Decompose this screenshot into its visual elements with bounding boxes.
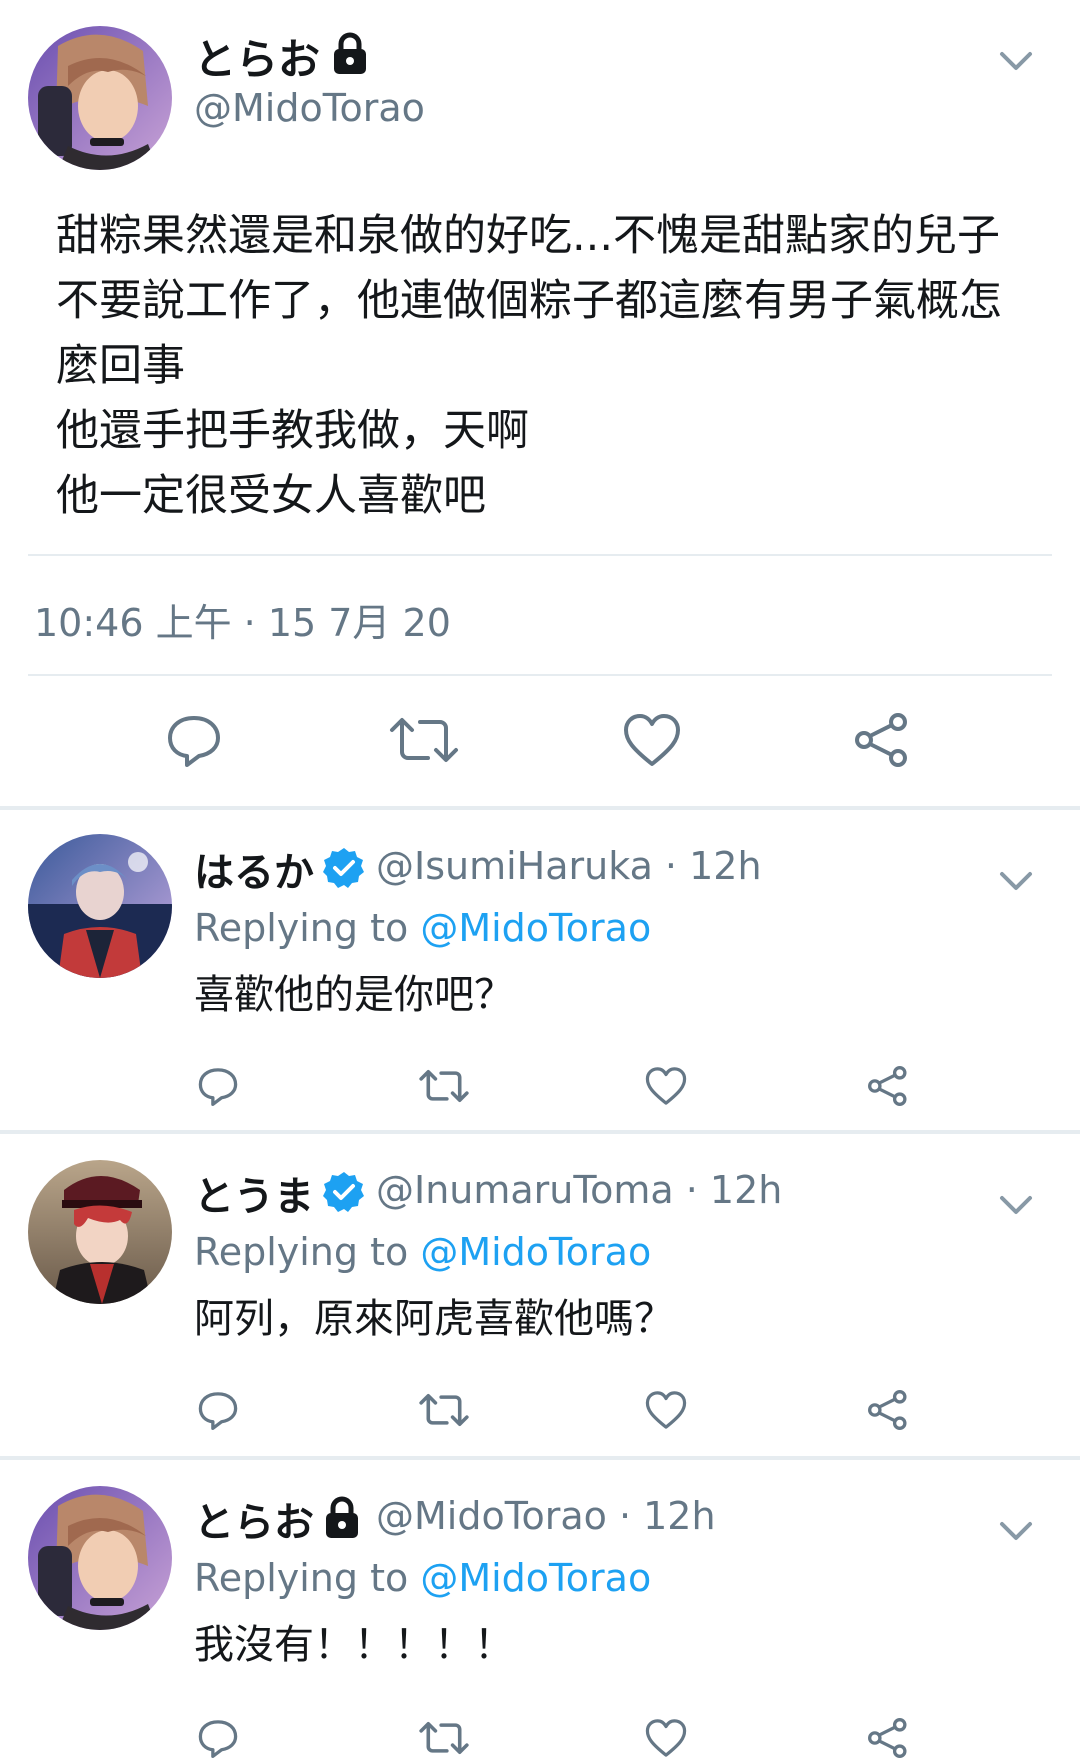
heart-icon[interactable] bbox=[644, 1390, 688, 1430]
reply-tweet[interactable]: はるか @IsumiHaruka · 12h Replying to @Mido… bbox=[0, 810, 1080, 1130]
handle-time[interactable]: @IsumiHaruka · 12h bbox=[376, 844, 762, 888]
reply-text: 喜歡他的是你吧？ bbox=[194, 972, 514, 1018]
chevron-down-icon[interactable] bbox=[996, 1184, 1036, 1224]
share-icon[interactable] bbox=[866, 1716, 910, 1760]
lock-icon bbox=[334, 32, 366, 74]
display-name[interactable]: とうま bbox=[194, 1164, 314, 1222]
handle-time[interactable]: @MidoTorao · 12h bbox=[376, 1494, 716, 1538]
heart-icon[interactable] bbox=[644, 1718, 688, 1758]
reply-tweet[interactable]: とらお @MidoTorao · 12h Replying to @MidoTo… bbox=[0, 1460, 1080, 1761]
reply-text: 我沒有！！！！！ bbox=[194, 1622, 514, 1668]
divider bbox=[28, 554, 1052, 556]
chevron-down-icon[interactable] bbox=[996, 40, 1036, 80]
reply-tweet[interactable]: とうま @InumaruToma · 12h Replying to @Mido… bbox=[0, 1134, 1080, 1456]
avatar[interactable] bbox=[28, 1160, 172, 1304]
replying-to: Replying to @MidoTorao bbox=[194, 1230, 651, 1274]
retweet-icon[interactable] bbox=[418, 1390, 470, 1430]
display-name[interactable]: はるか bbox=[194, 840, 314, 898]
share-icon[interactable] bbox=[866, 1064, 910, 1108]
retweet-icon[interactable] bbox=[418, 1718, 470, 1758]
mention-link[interactable]: @MidoTorao bbox=[420, 1556, 651, 1600]
user-handle[interactable]: @MidoTorao bbox=[194, 86, 425, 130]
heart-icon[interactable] bbox=[644, 1066, 688, 1106]
reply-icon[interactable] bbox=[196, 1064, 240, 1108]
avatar[interactable] bbox=[28, 26, 172, 170]
tweet-text: 甜粽果然還是和泉做的好吃...不愧是甜點家的兒子 不要說工作了，他連做個粽子都這… bbox=[56, 204, 1036, 529]
verified-badge-icon bbox=[323, 848, 364, 888]
divider bbox=[28, 674, 1052, 676]
tweet-line: 他一定很受女人喜歡吧 bbox=[56, 471, 486, 521]
avatar[interactable] bbox=[28, 1486, 172, 1630]
mention-link[interactable]: @MidoTorao bbox=[420, 906, 651, 950]
reply-icon[interactable] bbox=[164, 710, 224, 770]
chevron-down-icon[interactable] bbox=[996, 1510, 1036, 1550]
display-name[interactable]: とらお bbox=[194, 1490, 314, 1548]
tweet-line: 不要說工作了，他連做個粽子都這麼有男子氣概怎 bbox=[56, 276, 1002, 326]
verified-badge-icon bbox=[323, 1172, 364, 1212]
mention-link[interactable]: @MidoTorao bbox=[420, 1230, 651, 1274]
tweet-line: 麼回事 bbox=[56, 341, 185, 391]
chevron-down-icon[interactable] bbox=[996, 860, 1036, 900]
replying-prefix: Replying to bbox=[194, 906, 421, 950]
avatar[interactable] bbox=[28, 834, 172, 978]
tweet-line: 甜粽果然還是和泉做的好吃...不愧是甜點家的兒子 bbox=[56, 211, 1001, 261]
share-icon[interactable] bbox=[852, 710, 912, 770]
main-tweet: とらお @MidoTorao 甜粽果然還是和泉做的好吃...不愧是甜點家的兒子 … bbox=[0, 0, 1080, 810]
retweet-icon[interactable] bbox=[418, 1066, 470, 1106]
replying-prefix: Replying to bbox=[194, 1556, 421, 1600]
reply-text: 阿列，原來阿虎喜歡他嗎？ bbox=[194, 1296, 674, 1342]
replying-to: Replying to @MidoTorao bbox=[194, 906, 651, 950]
handle-time[interactable]: @InumaruToma · 12h bbox=[376, 1168, 782, 1212]
tweet-line: 他還手把手教我做，天啊 bbox=[56, 406, 529, 456]
heart-icon[interactable] bbox=[622, 712, 682, 768]
retweet-icon[interactable] bbox=[388, 712, 460, 768]
replying-to: Replying to @MidoTorao bbox=[194, 1556, 651, 1600]
replying-prefix: Replying to bbox=[194, 1230, 421, 1274]
share-icon[interactable] bbox=[866, 1388, 910, 1432]
display-name[interactable]: とらお bbox=[194, 26, 320, 87]
reply-icon[interactable] bbox=[196, 1388, 240, 1432]
lock-icon bbox=[326, 1496, 358, 1538]
reply-icon[interactable] bbox=[196, 1716, 240, 1760]
tweet-timestamp[interactable]: 10:46 上午 · 15 7月 20 bbox=[34, 592, 451, 647]
